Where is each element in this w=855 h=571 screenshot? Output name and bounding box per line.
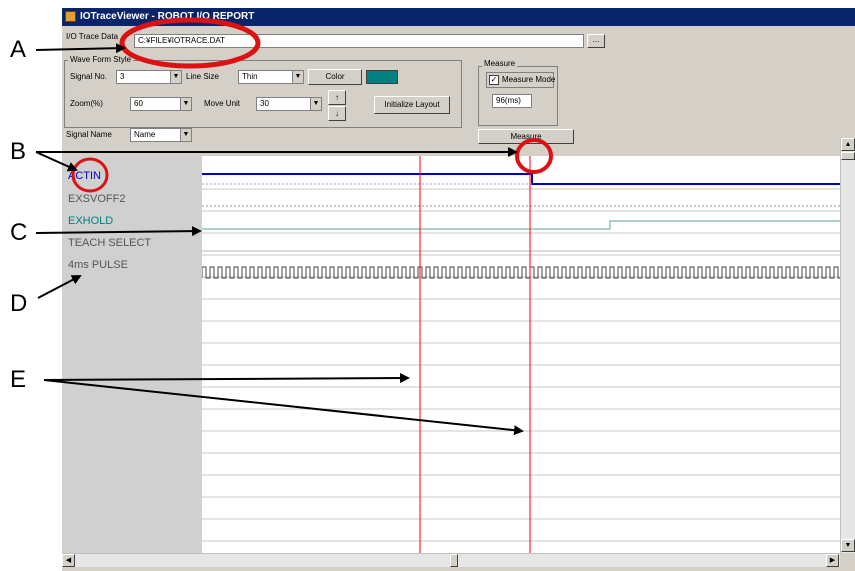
chevron-down-icon: ▼ (310, 98, 321, 110)
measure-result-field: 96(ms) (492, 94, 532, 108)
waveform-actin (202, 173, 840, 185)
app-window: IOTraceViewer - ROBOT I/O REPORT I/O Tra… (62, 8, 855, 571)
measure-mode-toggle[interactable]: ✓ Measure Mode (486, 72, 556, 88)
scroll-left-arrow-icon[interactable]: ◀ (62, 554, 75, 567)
browse-button[interactable]: ... (587, 34, 605, 48)
title-bar: IOTraceViewer - ROBOT I/O REPORT (62, 8, 855, 26)
zoom-label: Zoom(%) (70, 99, 103, 108)
vertical-scroll-thumb[interactable] (841, 152, 855, 160)
callout-b: B (10, 138, 27, 165)
vertical-scrollbar[interactable]: ▲ ▼ (840, 138, 855, 553)
chevron-down-icon: ▼ (170, 71, 181, 83)
signal-labels: ACTIN EXSVOFF2 EXHOLD TEACH SELECT 4ms PULSE (62, 156, 202, 306)
waveform-exhold (202, 220, 840, 230)
chevron-down-icon: ▼ (292, 71, 303, 83)
callout-e: E (10, 366, 27, 393)
window-title: IOTraceViewer - ROBOT I/O REPORT (80, 11, 255, 22)
color-swatch (366, 70, 398, 84)
app-icon (65, 11, 76, 22)
scroll-down-arrow-icon[interactable]: ▼ (841, 539, 855, 552)
signal-name-select[interactable]: Name ▼ (130, 128, 192, 142)
signal-no-label: Signal No. (70, 72, 107, 81)
chevron-down-icon: ▼ (180, 98, 191, 110)
measure-button[interactable]: Measure (478, 129, 574, 144)
line-size-value: Thin (242, 72, 258, 81)
move-unit-value: 30 (260, 99, 269, 108)
signal-no-value: 3 (120, 72, 125, 81)
move-unit-label: Move Unit (204, 99, 241, 108)
signal-name-value: Name (134, 130, 156, 139)
signal-label[interactable]: EXSVOFF2 (68, 193, 125, 205)
signal-label[interactable]: TEACH SELECT (68, 237, 151, 249)
move-unit-select[interactable]: 30 ▼ (256, 97, 322, 111)
measure-group-title: Measure (482, 59, 518, 69)
callout-d: D (10, 290, 28, 317)
callout-c: C (10, 219, 28, 246)
signal-label[interactable]: ACTIN (68, 170, 101, 182)
scroll-right-arrow-icon[interactable]: ▶ (826, 554, 839, 567)
move-up-button[interactable]: ↑ (328, 90, 346, 105)
signal-label[interactable]: 4ms PULSE (68, 259, 128, 271)
color-button[interactable]: Color (308, 69, 362, 85)
chevron-down-icon: ▼ (180, 129, 191, 141)
horizontal-scrollbar[interactable]: ◀ ▶ (62, 553, 840, 567)
measure-mode-checkbox[interactable]: ✓ (489, 75, 499, 85)
signal-no-select[interactable]: 3 ▼ (116, 70, 182, 84)
zoom-select[interactable]: 60 ▼ (130, 97, 192, 111)
measure-mode-label: Measure Mode (502, 75, 556, 84)
initialize-layout-button[interactable]: Initialize Layout (374, 96, 450, 114)
horizontal-scroll-thumb[interactable] (450, 554, 458, 567)
waveform-group-title: Wave Form Style (68, 55, 134, 65)
line-size-label: Line Size (186, 72, 219, 81)
file-path-field[interactable]: C:¥FILE¥IOTRACE.DAT (134, 34, 584, 48)
signal-name-label: Signal Name (66, 130, 112, 139)
scroll-up-arrow-icon[interactable]: ▲ (841, 138, 855, 151)
waveform-4ms-pulse (201, 266, 840, 279)
move-down-button[interactable]: ↓ (328, 106, 346, 121)
signal-label[interactable]: EXHOLD (68, 215, 113, 227)
zoom-value: 60 (134, 99, 143, 108)
file-label: I/O Trace Data (66, 32, 119, 41)
callout-a: A (10, 36, 27, 63)
line-size-select[interactable]: Thin ▼ (238, 70, 304, 84)
